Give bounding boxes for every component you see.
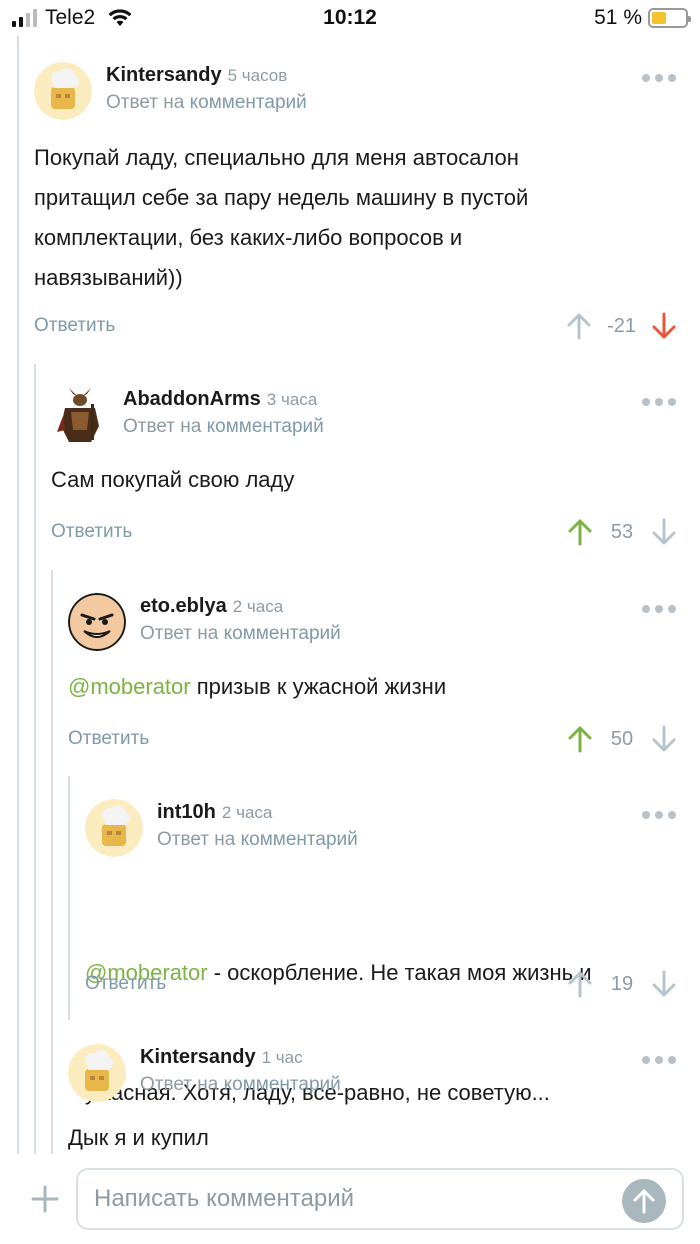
comment-composer: Написать комментарий: [0, 1154, 700, 1244]
upvote-icon[interactable]: [568, 725, 592, 753]
more-options-icon[interactable]: [642, 398, 676, 406]
chef-avatar-icon: [85, 799, 143, 857]
author-name[interactable]: eto.eblya: [140, 595, 227, 617]
avatar[interactable]: [68, 1044, 126, 1102]
parent-comment-link[interactable]: комментарий: [224, 1074, 341, 1095]
author-name[interactable]: Kintersandy: [140, 1046, 256, 1068]
comment-time: 1 час: [261, 1048, 303, 1067]
comment-body: Дык я и купил: [68, 1125, 209, 1150]
upvote-icon[interactable]: [568, 970, 592, 998]
avatar[interactable]: [68, 593, 126, 651]
vote-score: 19: [610, 972, 634, 995]
avatar[interactable]: [34, 62, 92, 120]
vote-controls: 50: [568, 725, 676, 753]
thread-line-level-1[interactable]: [34, 364, 36, 1154]
comment: Kintersandy 5 часов Ответ на комментарий …: [34, 62, 676, 352]
parent-comment-link[interactable]: комментарий: [207, 416, 324, 437]
reply-to-label: Ответ на комментарий: [106, 92, 307, 113]
downvote-icon[interactable]: [652, 518, 676, 546]
chef-avatar-icon: [68, 1044, 126, 1102]
parent-comment-link[interactable]: комментарий: [190, 92, 307, 113]
downvote-icon[interactable]: [652, 312, 676, 340]
reply-button[interactable]: Ответить: [85, 973, 166, 995]
upvote-icon[interactable]: [568, 518, 592, 546]
more-options-icon[interactable]: [642, 1056, 676, 1064]
parent-comment-link[interactable]: комментарий: [224, 623, 341, 644]
vote-controls: -21: [567, 312, 676, 340]
more-options-icon[interactable]: [642, 605, 676, 613]
chef-avatar-icon: [34, 62, 92, 120]
comment-time: 2 часа: [232, 597, 284, 616]
arrow-up-icon: [633, 1189, 655, 1214]
battery-icon: [648, 8, 691, 28]
reply-button[interactable]: Ответить: [68, 728, 149, 750]
vote-controls: 53: [568, 518, 676, 546]
comment-body: Покупай ладу, специально для меня автоса…: [34, 145, 529, 290]
vote-score: 53: [610, 520, 634, 543]
author-name[interactable]: AbaddonArms: [123, 388, 261, 410]
comment: Kintersandy 1 час Ответ на комментарий Ды…: [68, 1044, 676, 1154]
battery-percent: 51 %: [594, 6, 642, 29]
reply-button[interactable]: Ответить: [34, 315, 115, 337]
reply-button[interactable]: Ответить: [51, 521, 132, 543]
comment: eto.eblya 2 часа Ответ на комментарий @mo…: [68, 593, 676, 763]
parent-comment-link[interactable]: комментарий: [241, 829, 358, 850]
warrior-avatar-icon: [51, 386, 109, 444]
downvote-icon[interactable]: [652, 725, 676, 753]
reply-to-label: Ответ на комментарий: [140, 1074, 341, 1095]
upvote-icon[interactable]: [567, 312, 591, 340]
vote-controls: 19: [568, 970, 676, 998]
comment: AbaddonArms 3 часа Ответ на комментарий С…: [51, 386, 676, 556]
downvote-icon[interactable]: [652, 970, 676, 998]
more-options-icon[interactable]: [642, 74, 676, 82]
avatar[interactable]: [85, 799, 143, 857]
attach-plus-icon[interactable]: [28, 1182, 62, 1216]
author-name[interactable]: int10h: [157, 801, 216, 823]
reply-to-label: Ответ на комментарий: [157, 829, 358, 850]
comment-time: 2 часа: [221, 803, 273, 822]
avatar[interactable]: [51, 386, 109, 444]
comment-time: 5 часов: [227, 66, 288, 85]
vote-score: 50: [610, 727, 634, 750]
reply-to-label: Ответ на комментарий: [140, 623, 341, 644]
user-mention-link[interactable]: @moberator: [68, 674, 191, 699]
comment-input[interactable]: Написать комментарий: [76, 1168, 684, 1230]
status-bar: Tele2 10:12 51 %: [0, 0, 700, 36]
comment-body: Сам покупай свою ладу: [51, 467, 295, 492]
comment-body: @moberator призыв к ужасной жизни: [68, 674, 447, 699]
comment-time: 3 часа: [266, 390, 318, 409]
reply-to-label: Ответ на комментарий: [123, 416, 324, 437]
thread-line-level-3[interactable]: [68, 776, 70, 1020]
vote-score: -21: [607, 314, 636, 337]
author-name[interactable]: Kintersandy: [106, 64, 222, 86]
more-options-icon[interactable]: [642, 811, 676, 819]
thread-line-level-0[interactable]: [17, 36, 19, 1154]
send-button[interactable]: [622, 1179, 666, 1223]
comment: int10h 2 часа Ответ на комментарий @mober…: [85, 799, 676, 1105]
meme-face-avatar-icon: [68, 593, 126, 651]
thread-line-level-2[interactable]: [51, 570, 53, 1154]
